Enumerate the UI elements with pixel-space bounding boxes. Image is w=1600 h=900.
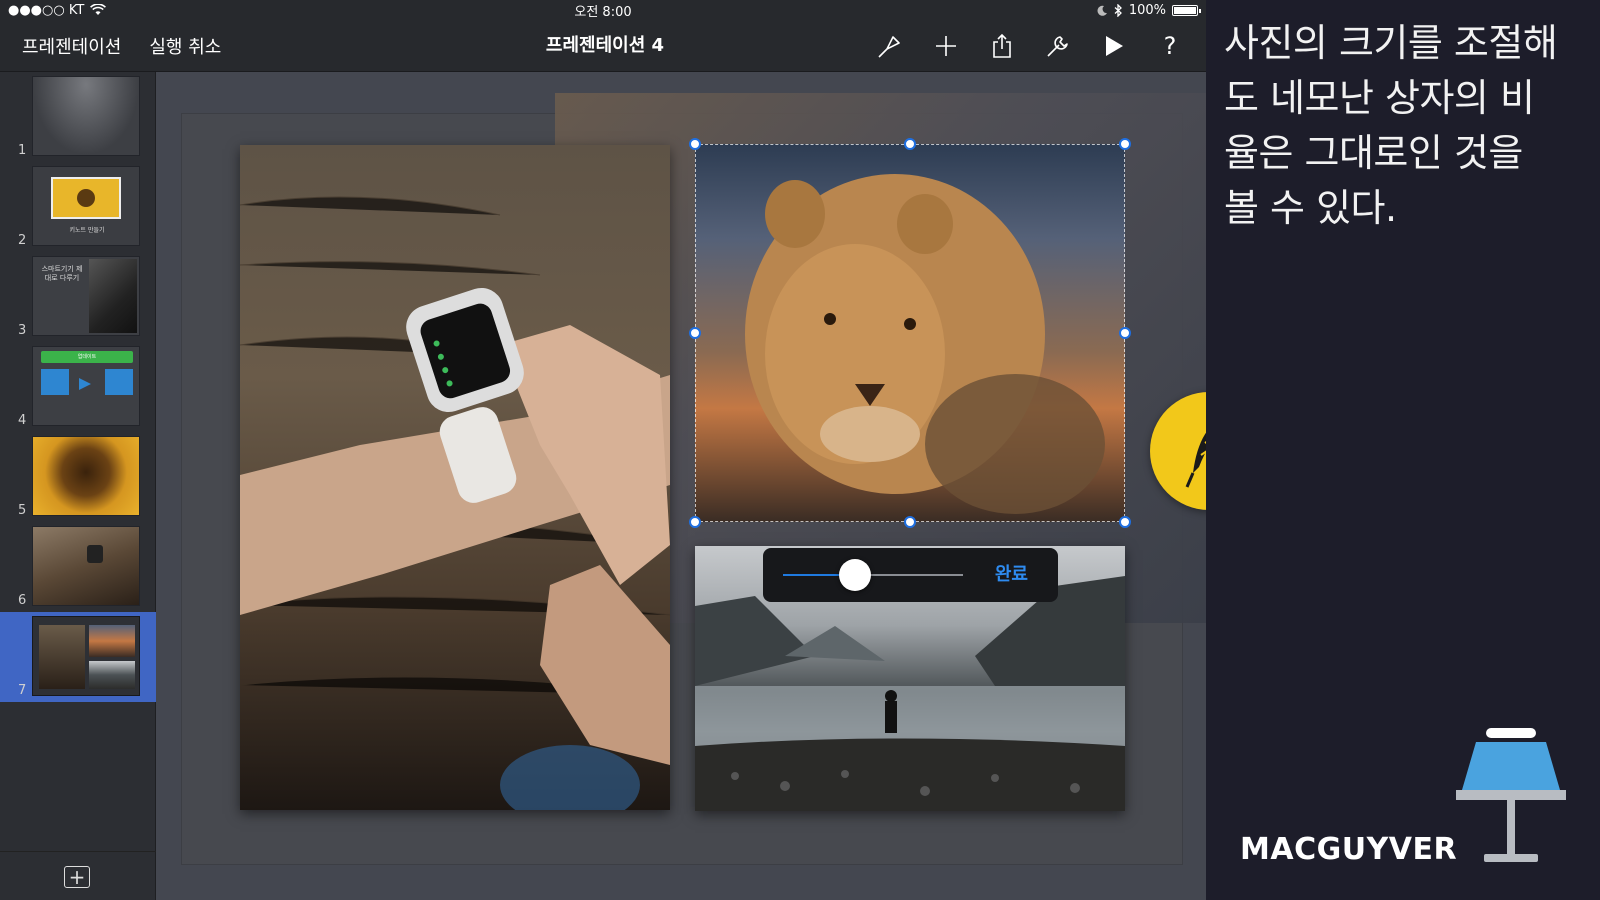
plus-icon[interactable]: [932, 32, 960, 60]
thumb-caption: 스마트기기 제대로 다루기: [41, 265, 83, 282]
status-bar: ●●●○○ KT 오전 8:00 100%: [0, 0, 1206, 20]
watch-photo-art: [240, 196, 670, 810]
bluetooth-icon: [1114, 3, 1122, 17]
thumb-caption: 키노트 만들기: [69, 227, 105, 234]
watch-photo[interactable]: [240, 145, 670, 810]
resize-handle-left[interactable]: [689, 327, 701, 339]
slide-thumb-4[interactable]: 업데이트 4: [0, 342, 156, 432]
caption-text: 사진의 크기를 조절해 도 네모난 상자의 비 율은 그대로인 것을 볼 수 있…: [1224, 16, 1594, 236]
slide-thumbnail: 업데이트: [32, 346, 140, 426]
wrench-icon[interactable]: [1044, 32, 1072, 60]
thumb-sunflower-image: [51, 177, 121, 219]
slide-thumb-2[interactable]: 키노트 만들기 2: [0, 162, 156, 252]
slide-thumbnail: [32, 76, 140, 156]
battery-percent: 100%: [1128, 2, 1166, 18]
slide-navigator: 1 키노트 만들기 2 스마트기기 제대로 다루기 3 업데이트 4 5 6 7…: [0, 72, 156, 900]
resize-handle-bottom-left[interactable]: [689, 516, 701, 528]
document-title: 프레젠테이션 4: [545, 35, 665, 56]
slide-thumb-5[interactable]: 5: [0, 432, 156, 522]
resize-handle-top-left[interactable]: [689, 138, 701, 150]
scale-slider[interactable]: [783, 559, 963, 591]
thumb-caption: 업데이트: [41, 351, 133, 363]
slide-number: 6: [18, 593, 27, 608]
caption-line: 도 네모난 상자의 비: [1224, 76, 1535, 120]
slide-thumb-6[interactable]: 6: [0, 522, 156, 612]
slide-number: 1: [18, 143, 27, 158]
carrier-label: ●●●○○ KT: [8, 2, 85, 18]
battery-icon: [1172, 4, 1201, 16]
moon-icon: [1097, 5, 1107, 16]
slide-number: 7: [18, 683, 27, 698]
done-button[interactable]: 완료: [995, 548, 1028, 602]
scale-slider-knob[interactable]: [839, 559, 871, 591]
slide-thumbnail: [32, 526, 140, 606]
caption-line: 율은 그대로인 것을: [1224, 131, 1523, 175]
image-scale-control: 완료: [763, 548, 1058, 602]
keynote-icon: [1456, 728, 1566, 862]
brand-logo-text: MACGUYVER: [1240, 832, 1458, 867]
thumb-tablet-image: [89, 259, 137, 333]
caption-line: 사진의 크기를 조절해: [1224, 21, 1558, 65]
slide-thumb-1[interactable]: 1: [0, 72, 156, 162]
toolbar: 프레젠테이션 실행 취소 프레젠테이션 4 ?: [0, 20, 1206, 72]
resize-handle-bottom-right[interactable]: [1119, 516, 1131, 528]
resize-handle-bottom[interactable]: [904, 516, 916, 528]
slide-thumb-7[interactable]: 7: [0, 612, 156, 702]
slide-number: 4: [18, 413, 27, 428]
resize-handle-top-right[interactable]: [1119, 138, 1131, 150]
slide-thumbnail: 스마트기기 제대로 다루기: [32, 256, 140, 336]
ipad-screen: ●●●○○ KT 오전 8:00 100% 프레젠테이션 실행 취소 프레젠테이…: [0, 0, 1206, 900]
slide-thumb-3[interactable]: 스마트기기 제대로 다루기 3: [0, 252, 156, 342]
caption-line: 볼 수 있다.: [1224, 186, 1397, 230]
slide-number: 3: [18, 323, 27, 338]
add-slide-button[interactable]: +: [64, 866, 90, 888]
slide-thumbnail: [32, 616, 140, 696]
resize-handle-top[interactable]: [904, 138, 916, 150]
undo-button[interactable]: 실행 취소: [149, 33, 221, 59]
presentations-button[interactable]: 프레젠테이션: [22, 33, 121, 59]
help-glyph: ?: [1163, 32, 1177, 60]
brush-icon[interactable]: [876, 32, 904, 60]
help-icon[interactable]: ?: [1156, 32, 1184, 60]
slide-thumbnail: [32, 436, 140, 516]
wifi-icon: [90, 4, 107, 15]
share-icon[interactable]: [988, 32, 1016, 60]
slide-number: 2: [18, 233, 27, 248]
status-time: 오전 8:00: [574, 4, 632, 20]
navigator-divider: [0, 851, 156, 852]
add-slide-icon: +: [68, 865, 86, 889]
slide-thumbnail: 키노트 만들기: [32, 166, 140, 246]
play-icon[interactable]: [1100, 32, 1128, 60]
image-selection-frame: [695, 144, 1125, 522]
resize-handle-right[interactable]: [1119, 327, 1131, 339]
slide-number: 5: [18, 503, 27, 518]
